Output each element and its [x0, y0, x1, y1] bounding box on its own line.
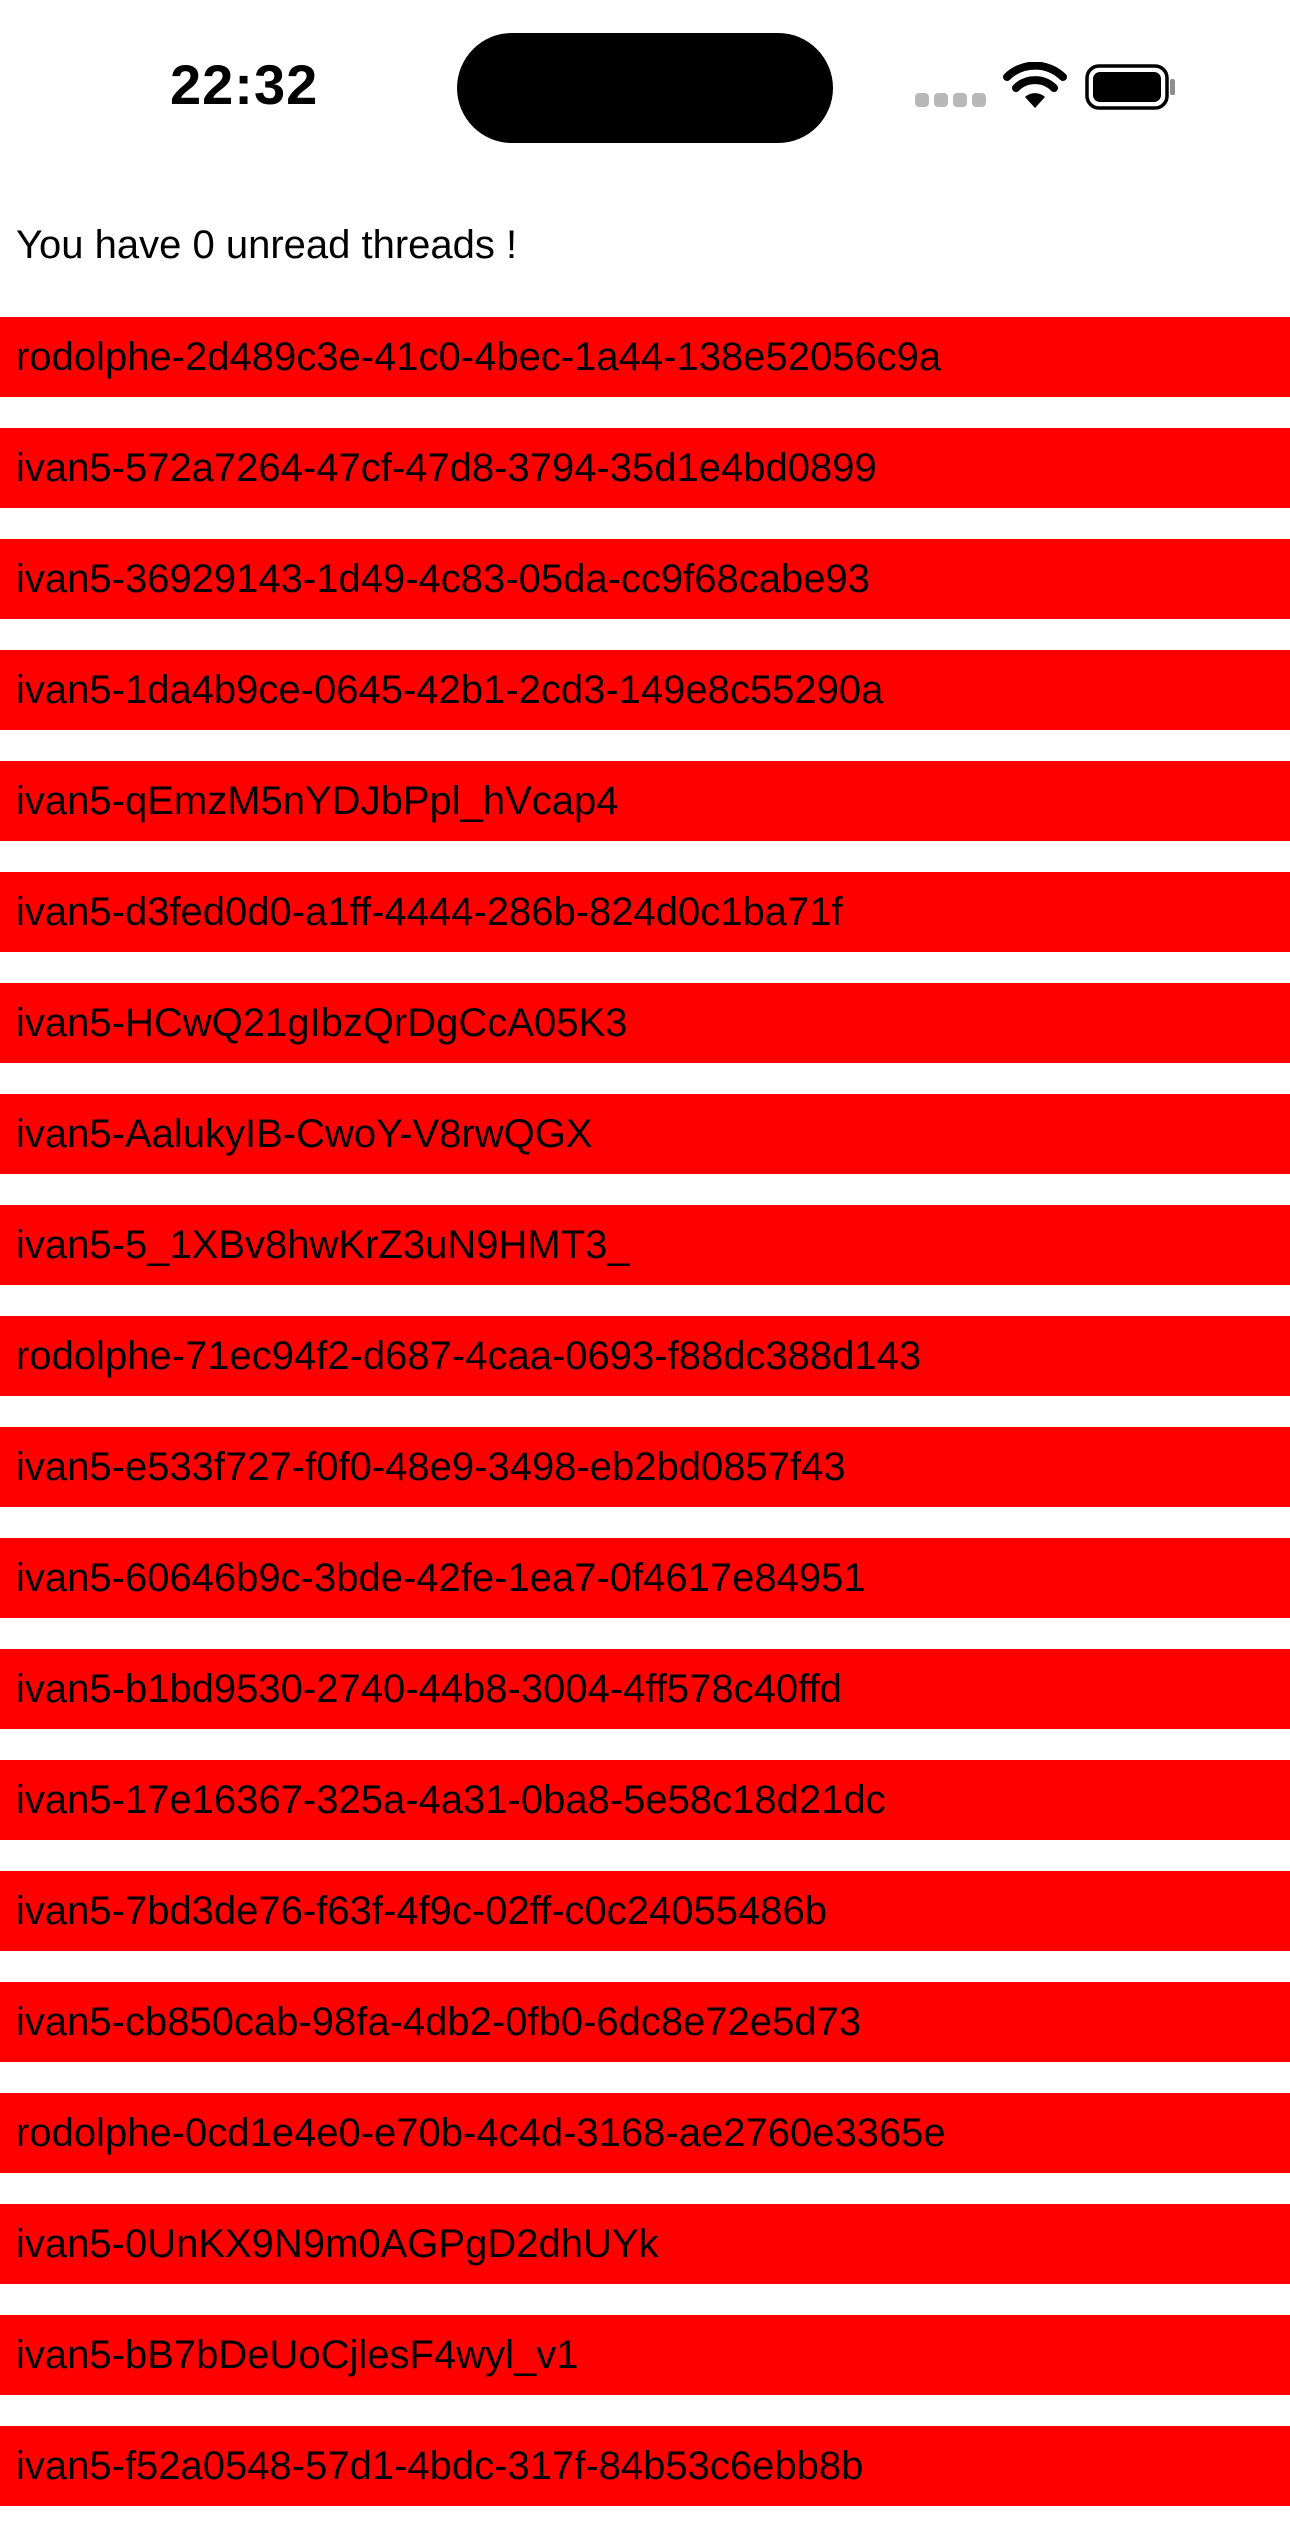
thread-row[interactable]: ivan5-qEmzM5nYDJbPpl_hVcap4: [0, 761, 1290, 841]
thread-id-label: ivan5-5_1XBv8hwKrZ3uN9HMT3_: [16, 1222, 630, 1267]
thread-id-label: ivan5-0UnKX9N9m0AGPgD2dhUYk: [16, 2221, 659, 2266]
thread-row[interactable]: rodolphe-0cd1e4e0-e70b-4c4d-3168-ae2760e…: [0, 2093, 1290, 2173]
thread-row[interactable]: ivan5-1da4b9ce-0645-42b1-2cd3-149e8c5529…: [0, 650, 1290, 730]
thread-row[interactable]: ivan5-d3fed0d0-a1ff-4444-286b-824d0c1ba7…: [0, 872, 1290, 952]
thread-id-label: rodolphe-71ec94f2-d687-4caa-0693-f88dc38…: [16, 1333, 922, 1378]
thread-id-label: ivan5-cb850cab-98fa-4db2-0fb0-6dc8e72e5d…: [16, 1999, 862, 2044]
battery-icon: [1085, 64, 1175, 110]
thread-row[interactable]: ivan5-HCwQ21gIbzQrDgCcA05K3: [0, 983, 1290, 1063]
thread-id-label: ivan5-60646b9c-3bde-42fe-1ea7-0f4617e849…: [16, 1555, 866, 1600]
thread-id-label: ivan5-1da4b9ce-0645-42b1-2cd3-149e8c5529…: [16, 667, 884, 712]
thread-row[interactable]: ivan5-17e16367-325a-4a31-0ba8-5e58c18d21…: [0, 1760, 1290, 1840]
thread-id-label: ivan5-e533f727-f0f0-48e9-3498-eb2bd0857f…: [16, 1444, 846, 1489]
thread-row[interactable]: ivan5-f52a0548-57d1-4bdc-317f-84b53c6ebb…: [0, 2426, 1290, 2506]
thread-row[interactable]: ivan5-AalukyIB-CwoY-V8rwQGX: [0, 1094, 1290, 1174]
thread-id-label: ivan5-17e16367-325a-4a31-0ba8-5e58c18d21…: [16, 1777, 886, 1822]
thread-row[interactable]: rodolphe-71ec94f2-d687-4caa-0693-f88dc38…: [0, 1316, 1290, 1396]
status-time: 22:32: [170, 53, 319, 116]
wifi-icon: [1003, 62, 1067, 108]
thread-row[interactable]: ivan5-e533f727-f0f0-48e9-3498-eb2bd0857f…: [0, 1427, 1290, 1507]
thread-id-label: rodolphe-0cd1e4e0-e70b-4c4d-3168-ae2760e…: [16, 2110, 946, 2155]
thread-row[interactable]: ivan5-b1bd9530-2740-44b8-3004-4ff578c40f…: [0, 1649, 1290, 1729]
dynamic-island: [457, 33, 833, 143]
thread-row[interactable]: ivan5-0UnKX9N9m0AGPgD2dhUYk: [0, 2204, 1290, 2284]
unread-threads-summary: You have 0 unread threads !: [16, 223, 518, 267]
thread-id-label: ivan5-d3fed0d0-a1ff-4444-286b-824d0c1ba7…: [16, 889, 843, 934]
cellular-signal-icon: [915, 93, 986, 109]
thread-id-label: ivan5-7bd3de76-f63f-4f9c-02ff-c0c2405548…: [16, 1888, 827, 1933]
thread-id-label: ivan5-36929143-1d49-4c83-05da-cc9f68cabe…: [16, 556, 870, 601]
thread-id-label: ivan5-qEmzM5nYDJbPpl_hVcap4: [16, 778, 619, 823]
thread-id-label: rodolphe-2d489c3e-41c0-4bec-1a44-138e520…: [16, 334, 942, 379]
thread-id-label: ivan5-bB7bDeUoCjlesF4wyl_v1: [16, 2332, 579, 2377]
thread-id-label: ivan5-572a7264-47cf-47d8-3794-35d1e4bd08…: [16, 445, 877, 490]
thread-row[interactable]: ivan5-cb850cab-98fa-4db2-0fb0-6dc8e72e5d…: [0, 1982, 1290, 2062]
thread-row[interactable]: rodolphe-2d489c3e-41c0-4bec-1a44-138e520…: [0, 317, 1290, 397]
thread-row[interactable]: ivan5-7bd3de76-f63f-4f9c-02ff-c0c2405548…: [0, 1871, 1290, 1951]
thread-id-label: ivan5-f52a0548-57d1-4bdc-317f-84b53c6ebb…: [16, 2443, 864, 2488]
thread-id-label: ivan5-b1bd9530-2740-44b8-3004-4ff578c40f…: [16, 1666, 842, 1711]
thread-row[interactable]: ivan5-36929143-1d49-4c83-05da-cc9f68cabe…: [0, 539, 1290, 619]
status-bar: 22:32: [0, 0, 1290, 170]
thread-row[interactable]: ivan5-5_1XBv8hwKrZ3uN9HMT3_: [0, 1205, 1290, 1285]
thread-row[interactable]: ivan5-bB7bDeUoCjlesF4wyl_v1: [0, 2315, 1290, 2395]
thread-id-label: ivan5-HCwQ21gIbzQrDgCcA05K3: [16, 1000, 628, 1045]
thread-id-label: ivan5-AalukyIB-CwoY-V8rwQGX: [16, 1111, 593, 1156]
thread-row[interactable]: ivan5-572a7264-47cf-47d8-3794-35d1e4bd08…: [0, 428, 1290, 508]
thread-row[interactable]: ivan5-60646b9c-3bde-42fe-1ea7-0f4617e849…: [0, 1538, 1290, 1618]
thread-list: rodolphe-2d489c3e-41c0-4bec-1a44-138e520…: [0, 317, 1290, 2537]
